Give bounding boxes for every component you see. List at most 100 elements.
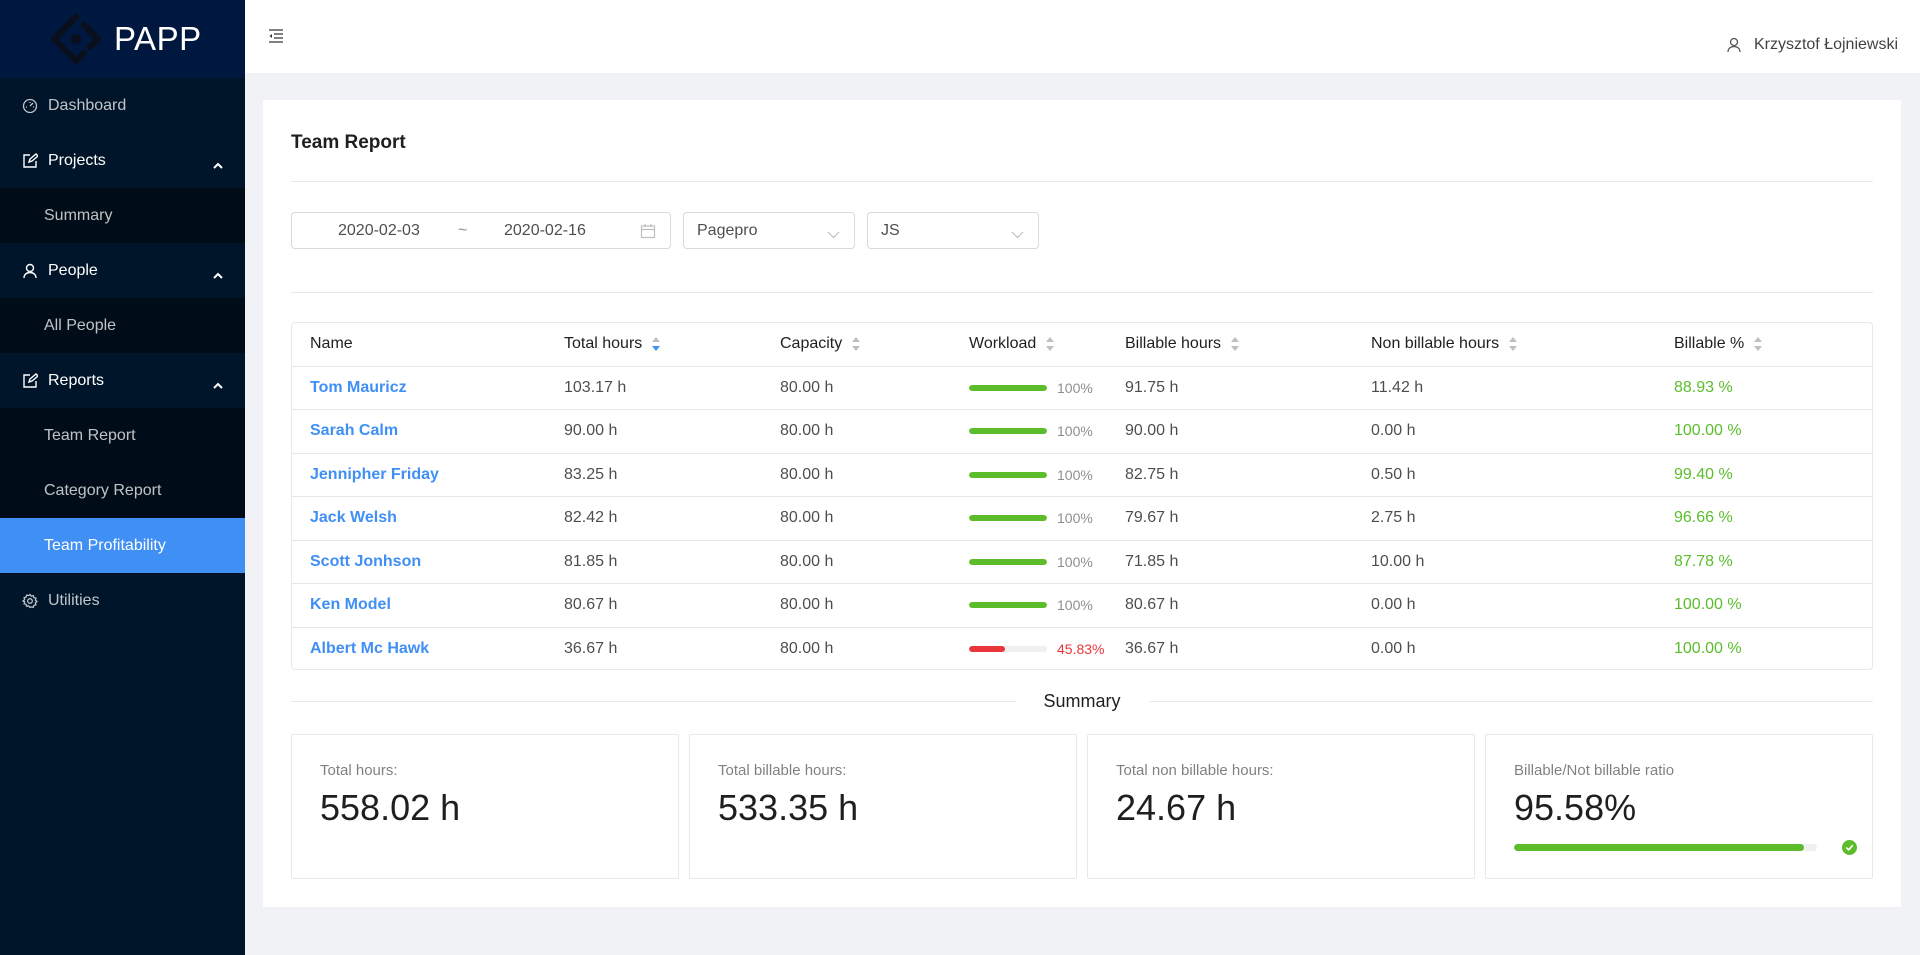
column-header-capacity[interactable]: Capacity [762, 323, 951, 367]
company-select[interactable]: Pagepro [683, 212, 855, 249]
cell-billable-pct: 99.40 % [1656, 453, 1872, 497]
sidebar-item-projects[interactable]: Projects [0, 133, 245, 188]
column-header-workload[interactable]: Workload [951, 323, 1107, 367]
workload-bar [969, 515, 1047, 522]
date-range-picker[interactable]: 2020-02-03 ~ 2020-02-16 [291, 212, 671, 249]
chevron-down-icon [1011, 226, 1024, 239]
summary-cards: Total hours: 558.02 h Total billable hou… [291, 734, 1873, 879]
cell-billable-hours: 36.67 h [1125, 640, 1179, 657]
workload-label: 100% [1057, 423, 1093, 440]
column-header-billable-pct[interactable]: Billable % [1656, 323, 1872, 367]
column-header-non-billable-hours[interactable]: Non billable hours [1353, 323, 1656, 367]
cell-workload: 100% [951, 366, 1107, 410]
cell-capacity: 80.00 h [762, 583, 951, 628]
sidebar-item-reports[interactable]: Reports [0, 353, 245, 408]
date-separator: ~ [458, 221, 468, 239]
table-row: Jack Welsh 82.42 h 80.00 h 100% 79.67 h 2.75 … [292, 496, 1872, 541]
person-link[interactable]: Jack Welsh [310, 509, 397, 526]
sidebar: PAPP Dashboard Projects Summary People A… [0, 0, 245, 955]
app-name: PAPP [114, 20, 202, 57]
card-label: Billable/Not billable ratio [1514, 762, 1675, 779]
person-link[interactable]: Sarah Calm [310, 422, 398, 439]
column-header-total-hours[interactable]: Total hours [546, 323, 762, 367]
cell-billable-pct: 88.93 % [1656, 366, 1872, 410]
sort-icon[interactable] [652, 336, 661, 352]
column-label: Non billable hours [1371, 335, 1500, 353]
edit-icon [21, 372, 38, 389]
logo[interactable]: PAPP [0, 0, 245, 78]
table-row: Jennipher Friday 83.25 h 80.00 h 100% 82.75 … [292, 453, 1872, 497]
cell-name: Scott Jonhson [292, 540, 546, 584]
cell-billable-pct: 100.00 % [1674, 640, 1742, 657]
table-header-row: Name Total hours Capacity Workload Billable … [292, 323, 1872, 367]
cell-total-hours: 81.85 h [546, 540, 762, 584]
top-header: Krzysztof Łojniewski [245, 0, 1920, 73]
sidebar-item-people[interactable]: People [0, 243, 245, 298]
workload-bar-fill [969, 558, 1047, 565]
user-name: Krzysztof Łojniewski [1753, 36, 1898, 53]
cell-capacity: 80.00 h [780, 640, 834, 657]
table-row: Scott Jonhson 81.85 h 80.00 h 100% 71.85 h 10… [292, 540, 1872, 584]
card-total-non-billable-hours: Total non billable hours: 24.67 h [1087, 734, 1475, 879]
workload-label: 100% [1057, 466, 1093, 483]
sort-icon[interactable] [852, 336, 861, 352]
cell-name: Albert Mc Hawk [292, 627, 546, 671]
column-label: Billable hours [1125, 335, 1222, 353]
sort-icon[interactable] [1231, 336, 1240, 352]
sort-icon[interactable] [1046, 336, 1055, 352]
column-header-billable-hours[interactable]: Billable hours [1107, 323, 1353, 367]
dashboard-icon [21, 97, 38, 114]
cell-billable-hours: 90.00 h [1107, 409, 1353, 454]
sidebar-item-label: People [48, 261, 98, 279]
cell-workload: 100% [951, 453, 1107, 497]
table-row: Tom Mauricz 103.17 h 80.00 h 100% 91.75 h 11.… [292, 366, 1872, 410]
sidebar-item-all-people[interactable]: All People [0, 298, 245, 353]
cell-billable-pct: 100.00 % [1656, 409, 1872, 454]
person-link[interactable]: Scott Jonhson [310, 553, 421, 570]
sidebar-item-category-report[interactable]: Category Report [0, 463, 245, 518]
workload-label: 100% [1057, 597, 1093, 614]
user-menu[interactable]: Krzysztof Łojniewski [1726, 36, 1898, 54]
divider [291, 292, 1873, 293]
card-value: 95.58% [1514, 787, 1637, 828]
workload-label: 100% [1057, 510, 1093, 527]
cell-total-hours: 83.25 h [546, 453, 762, 497]
sidebar-item-team-report[interactable]: Team Report [0, 408, 245, 463]
date-to[interactable]: 2020-02-16 [504, 222, 586, 240]
card-value: 24.67 h [1116, 787, 1237, 828]
person-link[interactable]: Albert Mc Hawk [310, 640, 429, 657]
summary-title: Summary [1043, 690, 1121, 711]
cell-capacity: 80.00 h [762, 540, 951, 584]
workload-bar [969, 602, 1047, 609]
chevron-up-icon [213, 377, 223, 389]
person-link[interactable]: Ken Model [310, 596, 391, 613]
person-link[interactable]: Jennipher Friday [310, 466, 439, 483]
person-link[interactable]: Tom Mauricz [310, 379, 407, 396]
workload-bar-fill [969, 428, 1047, 435]
card-total-hours: Total hours: 558.02 h [291, 734, 679, 879]
sidebar-item-dashboard[interactable]: Dashboard [0, 78, 245, 133]
cell-billable-hours: 71.85 h [1107, 540, 1353, 584]
cell-name: Ken Model [292, 583, 546, 628]
cell-workload: 100% [951, 583, 1107, 628]
table-row: Ken Model 80.67 h 80.00 h 100% 80.67 h 0.00 h… [292, 583, 1872, 628]
divider [291, 181, 1873, 182]
menu-fold-icon[interactable] [268, 29, 284, 43]
cell-billable-pct: 87.78 % [1656, 540, 1872, 584]
sidebar-item-utilities[interactable]: Utilities [0, 573, 245, 628]
sort-icon[interactable] [1754, 336, 1763, 352]
submenu-reports: Team Report Category Report Team Profita… [0, 408, 245, 573]
sidebar-item-summary[interactable]: Summary [0, 188, 245, 243]
team-select[interactable]: JS [867, 212, 1039, 249]
card-value: 533.35 h [718, 787, 859, 828]
cell-total-hours: 90.00 h [546, 409, 762, 454]
submenu-projects: Summary [0, 188, 245, 243]
workload-bar-fill [969, 602, 1047, 609]
sort-icon[interactable] [1509, 336, 1518, 352]
sidebar-item-team-profitability[interactable]: Team Profitability [0, 518, 245, 573]
date-from[interactable]: 2020-02-03 [338, 222, 420, 240]
cell-capacity: 80.00 h [762, 453, 951, 497]
workload-bar [969, 558, 1047, 565]
workload-label: 100% [1057, 379, 1093, 396]
column-label: Capacity [780, 335, 843, 353]
